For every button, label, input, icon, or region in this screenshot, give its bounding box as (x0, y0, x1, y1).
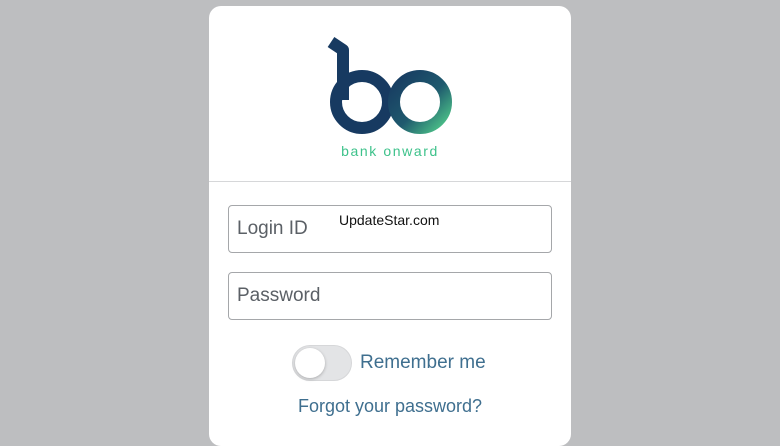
divider (209, 181, 571, 182)
brand-tagline: bank onward (341, 143, 439, 159)
logo-area: bank onward (209, 6, 571, 182)
forgot-password-link[interactable]: Forgot your password? (209, 396, 571, 417)
login-id-input[interactable] (228, 205, 552, 253)
password-input[interactable] (228, 272, 552, 320)
remember-me-row: Remember me (292, 345, 486, 381)
login-card: bank onward UpdateStar.com Remember me F… (209, 6, 571, 446)
bank-onward-logo (327, 37, 452, 134)
remember-me-label[interactable]: Remember me (360, 352, 486, 374)
toggle-knob (295, 348, 325, 378)
remember-me-toggle[interactable] (292, 345, 352, 381)
